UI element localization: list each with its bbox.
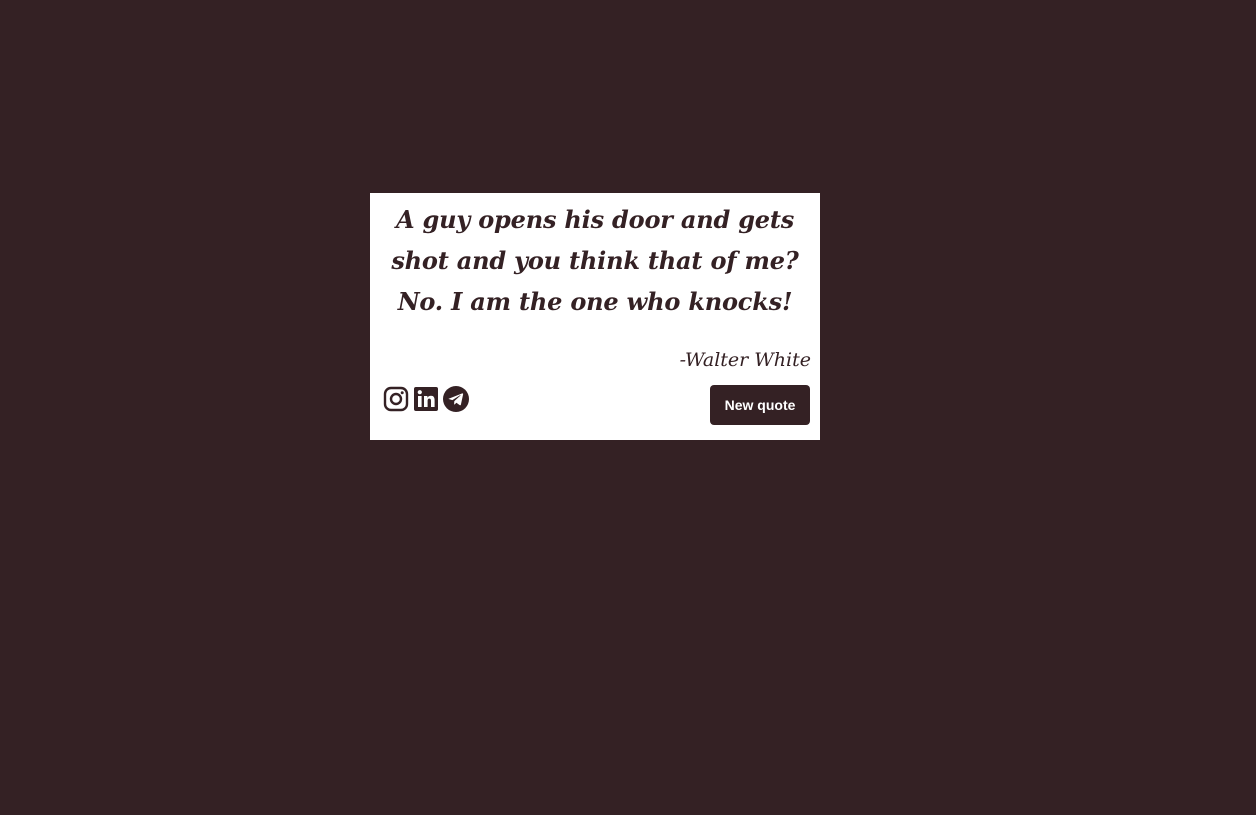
instagram-icon — [383, 386, 409, 412]
quote-card: A guy opens his door and gets shot and y… — [370, 193, 820, 440]
linkedin-icon — [414, 387, 438, 411]
new-quote-button[interactable]: New quote — [710, 385, 810, 425]
social-links — [383, 386, 469, 412]
quote-text: A guy opens his door and gets shot and y… — [391, 205, 799, 316]
linkedin-link[interactable] — [413, 386, 439, 412]
quote-author: -Walter White — [679, 349, 811, 371]
instagram-link[interactable] — [383, 386, 409, 412]
telegram-icon — [443, 386, 469, 412]
telegram-link[interactable] — [443, 386, 469, 412]
